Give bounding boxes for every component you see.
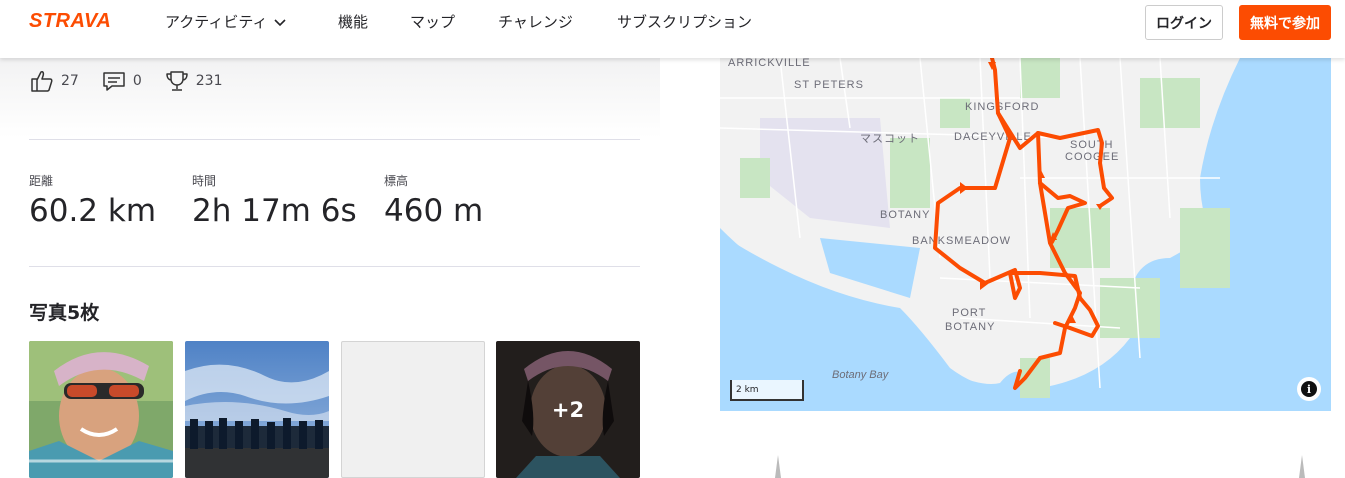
nav-activities[interactable]: アクティビティ: [165, 11, 287, 32]
route-map[interactable]: ARRICKVILLE ST PETERS KINGSFORD マスコット DA…: [720, 58, 1331, 411]
stat-moving-time: 時間 2h 17m 6s: [192, 172, 357, 229]
social-actions: 27 0 231: [29, 68, 222, 94]
photo-thumbnail[interactable]: [29, 341, 173, 478]
photo-thumbnail-more[interactable]: +2: [496, 341, 640, 478]
info-icon: i: [1301, 381, 1317, 397]
stat-label: 標高: [384, 174, 409, 188]
map-label: DACEYVILLE: [954, 131, 1032, 143]
comment-count: 0: [132, 73, 142, 89]
stat-label: 時間: [192, 174, 217, 188]
signup-button[interactable]: 無料で参加: [1239, 5, 1331, 40]
map-scale: 2 km: [730, 380, 804, 401]
elevation-chart-edge: [775, 455, 781, 478]
stat-distance: 距離 60.2 km: [29, 172, 156, 229]
map-label: BANKSMEADOW: [912, 235, 1011, 247]
divider: [29, 139, 640, 140]
map-label: マスコット: [860, 133, 920, 145]
stat-label: 距離: [29, 174, 54, 188]
login-button[interactable]: ログイン: [1145, 5, 1223, 40]
map-label: SOUTH: [1070, 139, 1114, 151]
map-label: COOGEE: [1065, 151, 1119, 163]
nav-activities-label: アクティビティ: [165, 13, 268, 31]
map-info-button[interactable]: i: [1297, 377, 1321, 401]
trophy-icon: [166, 71, 188, 91]
photo-thumbnail[interactable]: [185, 341, 329, 478]
comments-button[interactable]: 0: [101, 68, 142, 94]
chevron-down-icon: [274, 18, 287, 26]
map-label: BOTANY: [945, 321, 995, 333]
stat-value: 2h 17m 6s: [192, 193, 357, 229]
comment-icon: [103, 72, 125, 91]
activity-summary: 27 0 231 距離 60.2 km 時間 2h 17m 6s 標高 460 …: [0, 58, 660, 478]
kudos-button[interactable]: 27: [29, 68, 79, 94]
photos-heading: 写真5枚: [29, 302, 100, 324]
kudos-count: 27: [61, 73, 79, 89]
map-label: Botany Bay: [832, 369, 890, 381]
nav-subscription[interactable]: サブスクリプション: [617, 11, 752, 32]
stat-value: 60.2 km: [29, 193, 157, 229]
strava-logo[interactable]: STRAVA: [29, 10, 111, 33]
nav-challenges[interactable]: チャレンジ: [498, 11, 573, 32]
more-photos-count: +2: [551, 397, 585, 422]
map-label: KINGSFORD: [965, 101, 1039, 113]
map-label: PORT: [952, 307, 986, 319]
achievements-button[interactable]: 231: [164, 68, 223, 94]
photo-placeholder[interactable]: [341, 341, 485, 478]
achievement-count: 231: [195, 73, 223, 89]
thumbs-up-icon: [31, 71, 53, 92]
nav-features[interactable]: 機能: [338, 11, 368, 32]
map-label: ST PETERS: [794, 79, 864, 91]
elevation-chart-edge: [1299, 455, 1305, 478]
map-label: BOTANY: [880, 209, 930, 221]
top-navigation-bar: STRAVA アクティビティ 機能 マップ チャレンジ サブスクリプション ログ…: [0, 0, 1345, 58]
divider: [29, 266, 640, 267]
stat-value: 460 m: [384, 193, 484, 229]
stat-elevation: 標高 460 m: [384, 172, 483, 229]
nav-maps[interactable]: マップ: [410, 11, 455, 32]
map-label: ARRICKVILLE: [728, 58, 811, 69]
